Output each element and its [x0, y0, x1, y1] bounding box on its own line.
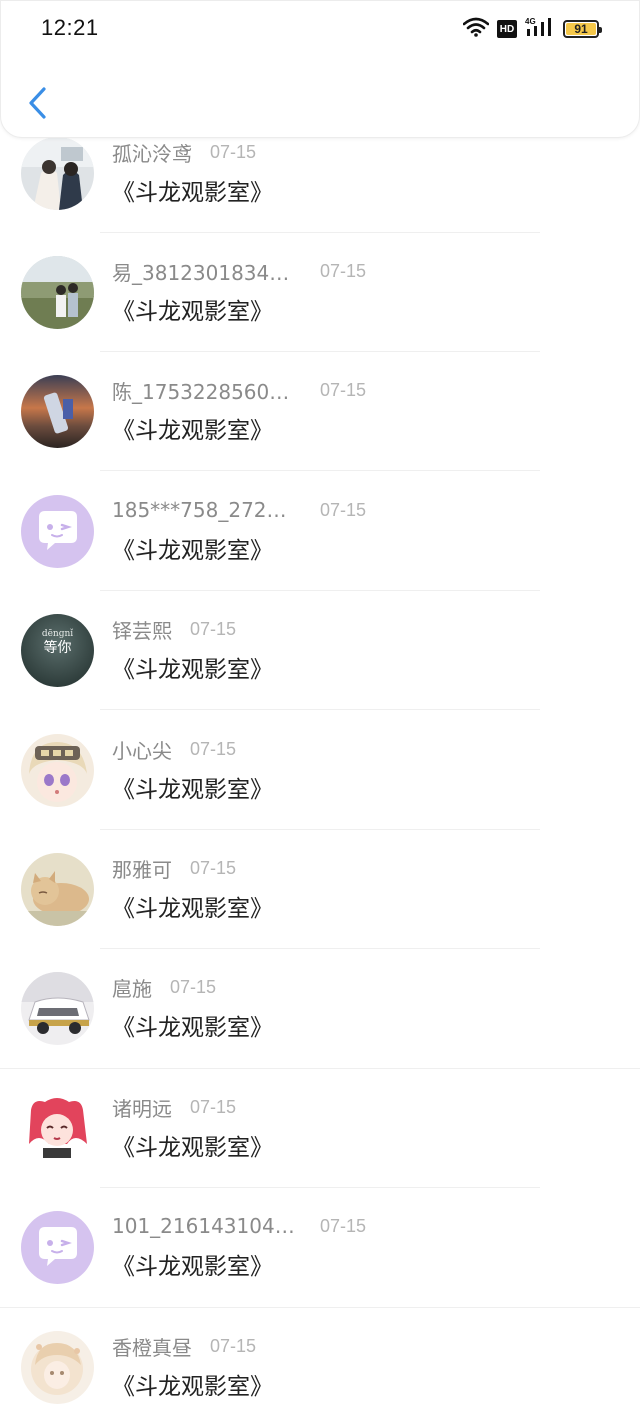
message-preview: 《斗龙观影室》 — [112, 418, 273, 444]
user-name: 185***758_27294... — [112, 498, 298, 522]
list-item[interactable]: dēngnǐ 等你 铎芸熙 07-15 《斗龙观影室》 — [0, 614, 640, 734]
message-date: 07-15 — [190, 1096, 237, 1117]
default-avatar-chat-icon[interactable] — [21, 1211, 94, 1284]
status-time: 12:21 — [41, 15, 99, 40]
list-item[interactable]: 那雅可 07-15 《斗龙观影室》 — [0, 853, 640, 973]
avatar-text-bottom: 等你 — [44, 639, 72, 656]
user-name: 那雅可 — [112, 857, 172, 882]
user-name: 易_381230183463... — [112, 260, 298, 285]
divider — [100, 232, 540, 233]
list-item[interactable]: 诸明远 07-15 《斗龙观影室》 — [0, 1092, 640, 1212]
user-name: 铎芸熙 — [112, 618, 172, 643]
divider — [100, 709, 540, 710]
message-date: 07-15 — [190, 738, 237, 759]
name-line: 101_21614310427... 07-15 — [112, 1211, 366, 1241]
message-list-screen: 孤沁泠鸢 07-15 《斗龙观影室》 易_381230183463... 07-… — [0, 0, 640, 1422]
message-preview: 《斗龙观影室》 — [112, 896, 273, 922]
4g-signal-icon: 4G — [525, 17, 555, 41]
user-name: 孤沁泠鸢 — [112, 141, 192, 166]
list-item[interactable]: 香橙真昼 07-15 《斗龙观影室》 — [0, 1331, 640, 1422]
avatar-text-top: dēngnǐ — [42, 628, 73, 639]
divider — [100, 1187, 540, 1188]
svg-text:4G: 4G — [525, 17, 536, 26]
divider — [0, 1068, 640, 1069]
name-line: 诸明远 07-15 — [112, 1092, 236, 1122]
divider — [100, 590, 540, 591]
message-preview: 《斗龙观影室》 — [112, 538, 273, 564]
list-item[interactable]: 小心尖 07-15 《斗龙观影室》 — [0, 734, 640, 854]
divider — [100, 351, 540, 352]
name-line: 陈_175322856018... 07-15 — [112, 375, 366, 405]
message-date: 07-15 — [190, 618, 237, 639]
message-date: 07-15 — [170, 976, 217, 997]
message-date: 07-15 — [320, 499, 367, 520]
name-line: 铎芸熙 07-15 — [112, 614, 236, 644]
name-line: 扈施 07-15 — [112, 972, 216, 1002]
avatar[interactable]: dēngnǐ 等你 — [21, 614, 94, 687]
user-name: 扈施 — [112, 976, 152, 1001]
top-header: 12:21 HD 4G 91 — [0, 0, 640, 138]
message-date: 07-15 — [320, 1215, 367, 1236]
message-preview: 《斗龙观影室》 — [112, 299, 273, 325]
name-line: 易_381230183463... 07-15 — [112, 256, 366, 286]
avatar[interactable] — [21, 375, 94, 448]
status-bar: 12:21 HD 4G 91 — [1, 1, 640, 57]
message-preview: 《斗龙观影室》 — [112, 1135, 273, 1161]
message-date: 07-15 — [210, 141, 257, 162]
list-item[interactable]: 易_381230183463... 07-15 《斗龙观影室》 — [0, 256, 640, 376]
user-name: 小心尖 — [112, 738, 172, 763]
message-date: 07-15 — [320, 260, 367, 281]
avatar[interactable] — [21, 972, 94, 1045]
list-item[interactable]: 扈施 07-15 《斗龙观影室》 — [0, 972, 640, 1092]
avatar[interactable] — [21, 1331, 94, 1404]
divider — [100, 829, 540, 830]
user-name: 陈_175322856018... — [112, 379, 298, 404]
battery-level: 91 — [574, 22, 588, 36]
list-item[interactable]: 孤沁泠鸢 07-15 《斗龙观影室》 — [0, 137, 640, 257]
message-preview: 《斗龙观影室》 — [112, 1374, 273, 1400]
avatar[interactable] — [21, 1092, 94, 1165]
avatar[interactable] — [21, 734, 94, 807]
divider — [100, 948, 540, 949]
battery-icon: 91 — [563, 20, 602, 38]
name-line: 那雅可 07-15 — [112, 853, 236, 883]
avatar[interactable] — [21, 256, 94, 329]
list-item[interactable]: 101_21614310427... 07-15 《斗龙观影室》 — [0, 1211, 640, 1331]
message-preview: 《斗龙观影室》 — [112, 657, 273, 683]
message-date: 07-15 — [210, 1335, 257, 1356]
name-line: 小心尖 07-15 — [112, 734, 236, 764]
divider — [0, 1307, 640, 1308]
message-preview: 《斗龙观影室》 — [112, 777, 273, 803]
name-line: 185***758_27294... 07-15 — [112, 495, 366, 525]
back-button[interactable] — [19, 83, 55, 123]
list-item[interactable]: 185***758_27294... 07-15 《斗龙观影室》 — [0, 495, 640, 615]
user-name: 香橙真昼 — [112, 1335, 192, 1360]
divider — [100, 470, 540, 471]
message-preview: 《斗龙观影室》 — [112, 1015, 273, 1041]
hd-icon: HD — [497, 20, 517, 38]
name-line: 香橙真昼 07-15 — [112, 1331, 256, 1361]
message-date: 07-15 — [190, 857, 237, 878]
user-name: 101_21614310427... — [112, 1214, 298, 1238]
name-line: 孤沁泠鸢 07-15 — [112, 137, 256, 167]
message-preview: 《斗龙观影室》 — [112, 1254, 273, 1280]
avatar[interactable] — [21, 137, 94, 210]
list-item[interactable]: 陈_175322856018... 07-15 《斗龙观影室》 — [0, 375, 640, 495]
message-preview: 《斗龙观影室》 — [112, 180, 273, 206]
chevron-left-icon — [29, 87, 46, 119]
user-name: 诸明远 — [112, 1096, 172, 1121]
wifi-icon — [462, 17, 490, 41]
message-date: 07-15 — [320, 379, 367, 400]
default-avatar-chat-icon[interactable] — [21, 495, 94, 568]
avatar[interactable] — [21, 853, 94, 926]
status-icons: HD 4G 91 — [462, 17, 602, 41]
